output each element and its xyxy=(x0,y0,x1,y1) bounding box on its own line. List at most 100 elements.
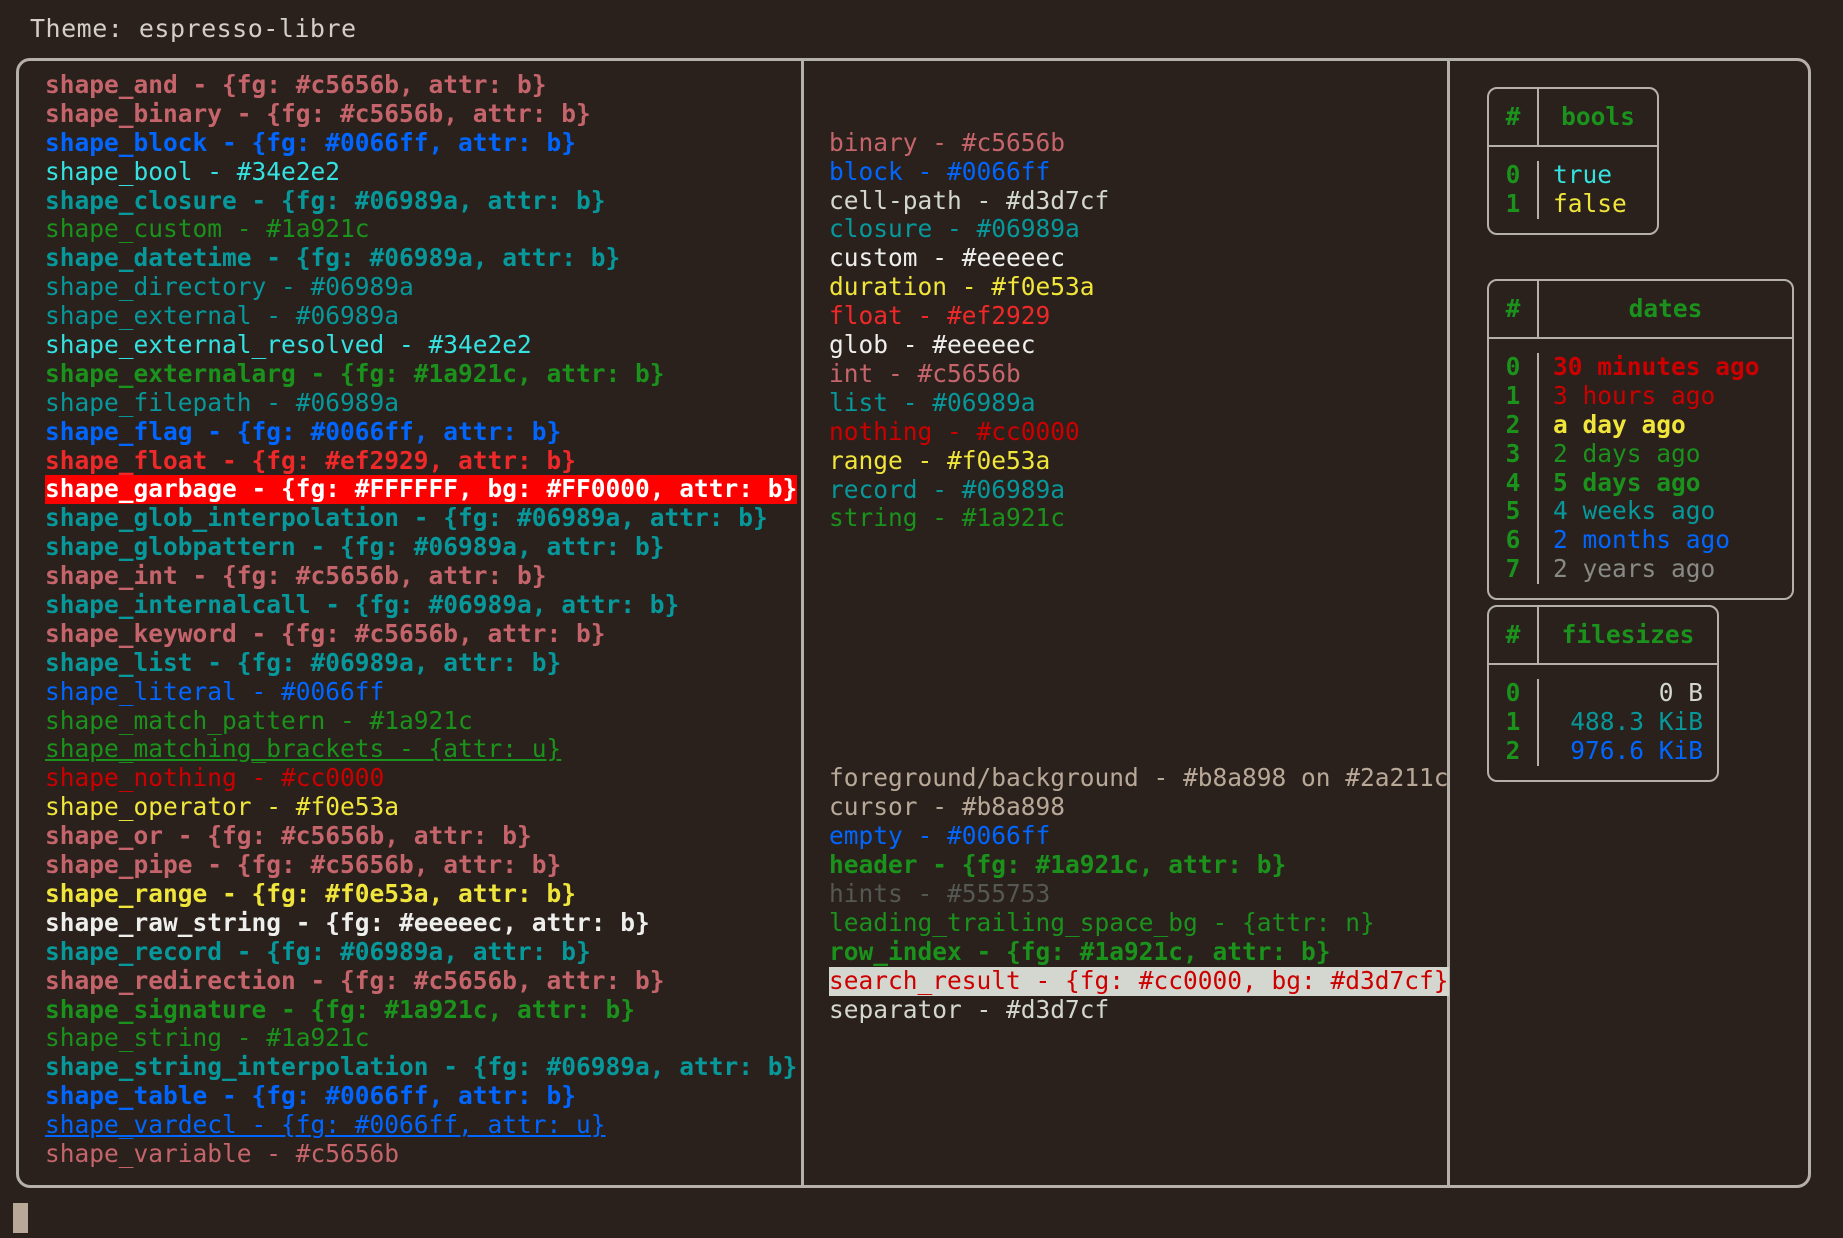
theme-entry-line: shape_string - #1a921c xyxy=(45,1023,370,1053)
theme-entry-line: glob - #eeeeec xyxy=(829,330,1036,360)
filesizes-index-header: # xyxy=(1505,619,1521,649)
theme-entry-line: leading_trailing_space_bg - {attr: n} xyxy=(829,907,1375,937)
bools-table-body: 0 true 1 false xyxy=(1489,160,1657,219)
types-list: binary - #c5656b block - #0066ff cell-path… xyxy=(829,127,1439,533)
theme-entry-line: cell-path - #d3d7cf xyxy=(829,185,1110,215)
theme-entry-line: shape_vardecl - {fg: #0066ff, attr: u} xyxy=(45,1110,606,1140)
table-row: 3 2 days ago xyxy=(1489,438,1792,469)
theme-entry-line: closure - #06989a xyxy=(829,214,1080,244)
theme-entry-line: shape_directory - #06989a xyxy=(45,272,414,302)
table-value-cell: 2 years ago xyxy=(1553,554,1716,584)
theme-entry-line: nothing - #cc0000 xyxy=(829,416,1080,446)
theme-entry-line: shape_table - {fg: #0066ff, attr: b} xyxy=(45,1081,577,1111)
filesizes-value-header: filesizes xyxy=(1561,619,1695,649)
theme-entry-line: record - #06989a xyxy=(829,474,1066,504)
theme-entry-line: shape_pipe - {fg: #c5656b, attr: b} xyxy=(45,850,562,880)
theme-entry-line: header - {fg: #1a921c, attr: b} xyxy=(829,850,1287,880)
table-row: 1 3 hours ago xyxy=(1489,380,1792,411)
table-row: 7 2 years ago xyxy=(1489,554,1792,585)
filesizes-table: # filesizes 0 0 B 1 488.3 KiB 2 976.6 KiB xyxy=(1487,605,1719,782)
theme-entry-line: shape_globpattern - {fg: #06989a, attr: … xyxy=(45,532,665,562)
table-value-cell: a day ago xyxy=(1553,409,1686,439)
theme-entry-line: search_result - {fg: #cc0000, bg: #d3d7c… xyxy=(829,965,1449,996)
bools-value-header: bools xyxy=(1561,101,1635,131)
theme-entry-line: string - #1a921c xyxy=(829,503,1066,533)
theme-entry-line: int - #c5656b xyxy=(829,358,1021,388)
theme-entry-line: shape_redirection - {fg: #c5656b, attr: … xyxy=(45,965,665,995)
table-row: 4 5 days ago xyxy=(1489,467,1792,498)
theme-entry-line: shape_raw_string - {fg: #eeeeec, attr: b… xyxy=(45,907,650,937)
theme-preview-frame: shape_and - {fg: #c5656b, attr: b} shape_… xyxy=(16,58,1811,1188)
theme-entry-line: shape_internalcall - {fg: #06989a, attr:… xyxy=(45,590,680,620)
table-value-cell: 488.3 KiB xyxy=(1570,706,1703,736)
dates-index-header: # xyxy=(1505,293,1521,323)
theme-entry-line: binary - #c5656b xyxy=(829,127,1066,157)
row-index-cell: 2 xyxy=(1505,409,1521,439)
theme-entry-line: shape_variable - #c5656b xyxy=(45,1138,400,1168)
filesizes-table-body: 0 0 B 1 488.3 KiB 2 976.6 KiB xyxy=(1489,678,1717,766)
ui-elements-list: foreground/background - #b8a898 on #2a21… xyxy=(829,764,1449,1024)
column-gap xyxy=(829,591,1439,707)
row-index-cell: 7 xyxy=(1505,554,1521,584)
filesizes-table-header: # filesizes xyxy=(1489,607,1717,665)
row-index-cell: 4 xyxy=(1505,467,1521,497)
theme-entry-line: shape_int - {fg: #c5656b, attr: b} xyxy=(45,561,547,591)
row-index-cell: 5 xyxy=(1505,496,1521,526)
table-value-cell: 0 B xyxy=(1658,678,1703,707)
theme-entry-line: shape_binary - {fg: #c5656b, attr: b} xyxy=(45,98,591,128)
theme-entry-line: shape_nothing - #cc0000 xyxy=(45,763,385,793)
dates-table-header: # dates xyxy=(1489,281,1792,339)
dates-table: # dates 0 30 minutes ago 1 3 hours ago 2 a da… xyxy=(1487,279,1794,601)
theme-entry-line: separator - #d3d7cf xyxy=(829,994,1110,1024)
bools-table: # bools 0 true 1 false xyxy=(1487,87,1659,235)
row-index-cell: 0 xyxy=(1505,160,1521,189)
theme-entry-line: list - #06989a xyxy=(829,387,1036,417)
theme-entry-line: shape_closure - {fg: #06989a, attr: b} xyxy=(45,185,606,215)
table-row: 5 4 weeks ago xyxy=(1489,496,1792,527)
theme-entry-line: foreground/background - #b8a898 on #2a21… xyxy=(829,763,1449,793)
theme-entry-line: shape_string_interpolation - {fg: #06989… xyxy=(45,1052,798,1082)
theme-entry-line: shape_signature - {fg: #1a921c, attr: b} xyxy=(45,994,636,1024)
table-value-cell: 976.6 KiB xyxy=(1570,735,1703,765)
theme-entry-line: shape_or - {fg: #c5656b, attr: b} xyxy=(45,821,532,851)
bools-index-header: # xyxy=(1505,101,1521,131)
row-index-cell: 3 xyxy=(1505,438,1521,468)
table-value-cell: false xyxy=(1553,188,1627,218)
theme-entry-line: shape_and - {fg: #c5656b, attr: b} xyxy=(45,70,547,99)
table-row: 2 a day ago xyxy=(1489,409,1792,440)
theme-entry-line: shape_literal - #0066ff xyxy=(45,676,385,706)
terminal-cursor xyxy=(13,1203,28,1233)
row-index-cell: 1 xyxy=(1505,380,1521,410)
theme-entry-line: empty - #0066ff xyxy=(829,821,1051,851)
theme-entry-line: block - #0066ff xyxy=(829,156,1051,186)
theme-entry-line: shape_float - {fg: #ef2929, attr: b} xyxy=(45,445,577,475)
table-value-cell: true xyxy=(1553,160,1613,189)
theme-entry-line: row_index - {fg: #1a921c, attr: b} xyxy=(829,936,1331,966)
theme-entry-line: cursor - #b8a898 xyxy=(829,792,1066,822)
theme-entry-line: shape_list - {fg: #06989a, attr: b} xyxy=(45,647,562,677)
theme-entry-line: shape_external - #06989a xyxy=(45,301,400,331)
table-row: 0 30 minutes ago xyxy=(1489,352,1792,382)
table-row: 1 488.3 KiB xyxy=(1489,706,1717,737)
shapes-column: shape_and - {fg: #c5656b, attr: b} shape_… xyxy=(45,70,798,1169)
row-index-cell: 2 xyxy=(1505,735,1521,765)
theme-entry-line: shape_record - {fg: #06989a, attr: b} xyxy=(45,936,591,966)
theme-entry-line: duration - #f0e53a xyxy=(829,272,1095,302)
theme-label: Theme: espresso-libre xyxy=(30,14,357,43)
table-row: 0 0 B xyxy=(1489,678,1717,708)
column-divider-2 xyxy=(1447,61,1450,1185)
row-index-cell: 1 xyxy=(1505,188,1521,218)
theme-entry-line: shape_block - {fg: #0066ff, attr: b} xyxy=(45,127,577,157)
table-row: 0 true xyxy=(1489,160,1657,190)
table-value-cell: 2 months ago xyxy=(1553,525,1731,555)
theme-entry-line: shape_datetime - {fg: #06989a, attr: b} xyxy=(45,243,621,273)
theme-entry-line: shape_keyword - {fg: #c5656b, attr: b} xyxy=(45,618,606,648)
bools-table-header: # bools xyxy=(1489,89,1657,147)
theme-entry-line: custom - #eeeeec xyxy=(829,243,1066,273)
row-index-cell: 0 xyxy=(1505,352,1521,381)
row-index-cell: 0 xyxy=(1505,678,1521,707)
theme-entry-line: shape_match_pattern - #1a921c xyxy=(45,705,473,735)
types-and-ui-column: binary - #c5656b block - #0066ff cell-path… xyxy=(829,71,1449,1082)
